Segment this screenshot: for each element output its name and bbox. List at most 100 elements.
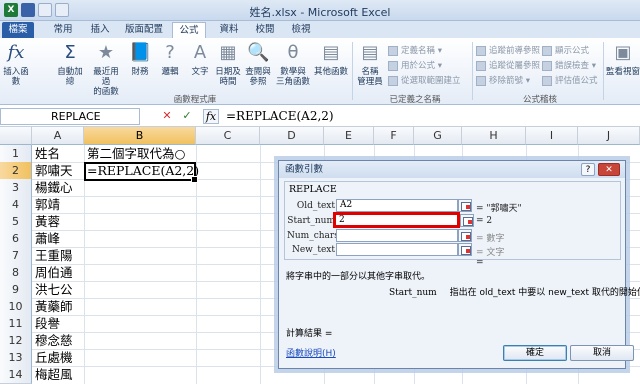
cell-a13[interactable]: 丘處機	[32, 349, 73, 367]
cell-a7[interactable]: 王重陽	[32, 247, 73, 265]
more-functions-button[interactable]: ▤ 其他函數	[314, 41, 348, 77]
watch-window-button[interactable]: ▣ 監看視窗	[606, 41, 640, 77]
cell-a10[interactable]: 黃藥師	[32, 298, 73, 316]
help-icon[interactable]: ?	[581, 163, 595, 176]
lookup-reference-button[interactable]: 🔍 查閱與 參照	[244, 41, 272, 87]
ok-button[interactable]: 確定	[503, 345, 567, 361]
row-header[interactable]: 2	[0, 162, 32, 180]
row-header[interactable]: 6	[0, 230, 32, 248]
row-header[interactable]: 12	[0, 332, 32, 350]
trace-precedents-button[interactable]: 追蹤前導參照	[476, 44, 540, 56]
name-manager-button[interactable]: ▤ 名稱 管理員	[356, 41, 384, 87]
arg-result-num-chars: = 數字	[476, 234, 505, 244]
error-icon	[542, 60, 552, 71]
tab-review[interactable]: 校閱	[250, 22, 280, 38]
tab-view[interactable]: 檢視	[286, 22, 316, 38]
tab-insert[interactable]: 插入	[86, 22, 114, 38]
tab-home[interactable]: 常用	[48, 22, 78, 38]
cell-a1[interactable]: 姓名	[32, 145, 60, 163]
autosum-button[interactable]: Σ 自動加總	[56, 41, 84, 87]
insert-function-icon[interactable]: fx	[203, 109, 219, 124]
cell-a9[interactable]: 洪七公	[32, 281, 73, 299]
row-header[interactable]: 5	[0, 213, 32, 231]
label: 顯示公式	[555, 46, 590, 56]
range-select-icon[interactable]	[458, 229, 472, 242]
column-header[interactable]: G	[414, 127, 462, 145]
cell-a4[interactable]: 郭靖	[32, 196, 60, 214]
range-select-icon[interactable]	[458, 243, 472, 256]
row-header[interactable]: 9	[0, 281, 32, 299]
create-from-selection-button[interactable]: 從選取範圍建立	[388, 74, 461, 86]
cell-a12[interactable]: 穆念慈	[32, 332, 73, 350]
use-in-formula-button[interactable]: 用於公式 ▾	[388, 59, 442, 71]
cell-a5[interactable]: 黃蓉	[32, 213, 60, 231]
column-header[interactable]: B	[84, 127, 196, 145]
cancel-icon[interactable]: ✕	[160, 109, 174, 123]
cell-b1[interactable]: 第二個字取代為○	[84, 145, 185, 163]
select-all-corner[interactable]	[0, 127, 32, 145]
label: 評估值公式	[555, 76, 598, 86]
column-header[interactable]: J	[578, 127, 640, 145]
old-text-input[interactable]: A2	[336, 199, 458, 212]
theta-icon: θ	[287, 42, 299, 63]
argument-description-text: 指出在 old_text 中要以 new_text 取代的開始位置。	[449, 288, 640, 298]
tab-data[interactable]: 資料	[214, 22, 244, 38]
column-header[interactable]: E	[324, 127, 374, 145]
name-box[interactable]: REPLACE	[0, 108, 140, 125]
new-text-input[interactable]	[336, 243, 458, 256]
formula-input[interactable]: =REPLACE(A2,2)	[223, 108, 640, 125]
column-header[interactable]: C	[196, 127, 260, 145]
sigma-icon: Σ	[64, 42, 76, 63]
define-name-button[interactable]: 定義名稱 ▾	[388, 44, 442, 56]
show-formulas-icon	[542, 45, 552, 56]
evaluate-formula-button[interactable]: 評估值公式	[542, 74, 598, 86]
trace-dependents-button[interactable]: 追蹤從屬參照	[476, 59, 540, 71]
row-header[interactable]: 10	[0, 298, 32, 316]
financial-button[interactable]: 📘 財務	[126, 41, 154, 77]
row-header[interactable]: 4	[0, 196, 32, 214]
close-button[interactable]: ✕	[598, 163, 620, 176]
column-header[interactable]: F	[374, 127, 414, 145]
recent-functions-button[interactable]: ★ 最近用過 的函數	[92, 41, 120, 97]
cell-a6[interactable]: 蕭峰	[32, 230, 60, 248]
start-num-input[interactable]: 2	[333, 212, 460, 228]
tab-file[interactable]: 檔案	[2, 22, 34, 38]
cell-a2[interactable]: 郭嘯天	[32, 162, 73, 180]
row-header[interactable]: 3	[0, 179, 32, 197]
cell-a14[interactable]: 梅超風	[32, 366, 73, 384]
range-select-icon[interactable]	[458, 199, 472, 212]
insert-function-button[interactable]: fx 插入函數	[2, 41, 30, 87]
cell-a11[interactable]: 段譽	[32, 315, 60, 333]
column-header[interactable]: H	[462, 127, 526, 145]
range-select-icon[interactable]	[460, 214, 474, 227]
tab-formulas[interactable]: 公式	[172, 22, 206, 38]
math-trig-button[interactable]: θ 數學與 三角函數	[276, 41, 310, 87]
row-header[interactable]: 14	[0, 366, 32, 384]
arg-label-old-text: Old_text	[296, 201, 335, 211]
label: 錯誤檢查 ▾	[555, 61, 596, 71]
row-header[interactable]: 1	[0, 145, 32, 163]
cancel-button[interactable]: 取消	[570, 345, 634, 361]
row-header[interactable]: 11	[0, 315, 32, 333]
num-chars-input[interactable]	[336, 229, 458, 242]
date-time-button[interactable]: ▦ 日期及 時間	[214, 41, 242, 87]
column-header[interactable]: I	[526, 127, 578, 145]
tab-page-layout[interactable]: 版面配置	[124, 22, 164, 38]
column-header[interactable]: A	[32, 127, 84, 145]
column-header[interactable]: D	[260, 127, 324, 145]
logical-button[interactable]: ? 邏輯	[156, 41, 184, 77]
remove-arrows-button[interactable]: 移除箭號 ▾	[476, 74, 530, 86]
more-functions-icon: ▤	[322, 42, 340, 63]
label: 用於公式 ▾	[401, 61, 442, 71]
error-checking-button[interactable]: 錯誤檢查 ▾	[542, 59, 596, 71]
show-formulas-button[interactable]: 顯示公式	[542, 44, 589, 56]
row-header[interactable]: 8	[0, 264, 32, 282]
cell-a8[interactable]: 周伯通	[32, 264, 73, 282]
enter-icon[interactable]: ✓	[180, 109, 194, 123]
row-header[interactable]: 13	[0, 349, 32, 367]
arg-label-start-num: Start_num	[287, 216, 335, 226]
row-header[interactable]: 7	[0, 247, 32, 265]
cell-a3[interactable]: 楊鐵心	[32, 179, 73, 197]
text-functions-button[interactable]: A 文字	[186, 41, 214, 77]
function-help-link[interactable]: 函數說明(H)	[286, 346, 336, 359]
